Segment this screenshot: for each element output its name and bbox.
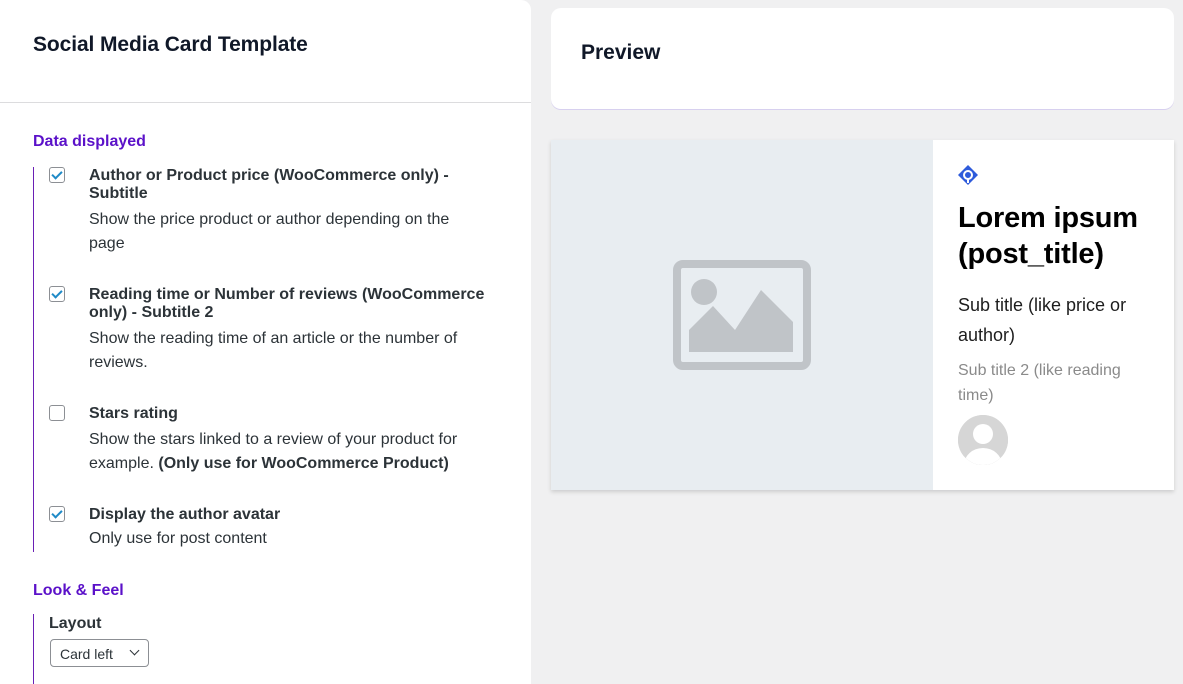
layout-select[interactable]: Card left — [50, 639, 149, 667]
checkbox-stars-rating[interactable] — [49, 405, 65, 421]
option-subtitle-2: Reading time or Number of reviews (WooCo… — [49, 286, 489, 375]
option-subtitle: Author or Product price (WooCommerce onl… — [49, 167, 489, 256]
option-desc-line: Show the price product or author dependi… — [89, 211, 450, 228]
option-author-avatar: Display the author avatar Only use for p… — [49, 506, 489, 551]
user-avatar-icon — [958, 415, 1008, 465]
option-desc-text: example. — [89, 455, 159, 472]
card-content: Lorem ipsum (post_title) Sub title (like… — [933, 140, 1174, 490]
option-description: Show the reading time of an article or t… — [89, 327, 489, 375]
checkbox-subtitle-2[interactable] — [49, 286, 65, 302]
page-title: Social Media Card Template — [33, 33, 308, 56]
option-title: Stars rating — [89, 405, 489, 423]
card-title-line: Lorem ipsum — [958, 202, 1138, 234]
option-title-line: Reading time or Number of reviews (WooCo… — [89, 286, 485, 303]
option-description: Show the stars linked to a review of you… — [89, 428, 489, 476]
option-title-line: Stars rating — [89, 405, 178, 422]
layout-label: Layout — [49, 615, 102, 632]
option-desc-line: reviews. — [89, 354, 148, 371]
site-logo-icon — [958, 165, 978, 185]
option-desc-line: Only use for post content — [89, 530, 267, 547]
check-icon — [51, 168, 63, 180]
option-title-line: Display the author avatar — [89, 506, 281, 523]
section-divider-line — [33, 167, 34, 552]
section-heading-data-displayed: Data displayed — [33, 133, 146, 150]
layout-select-value: Card left — [60, 646, 113, 662]
option-title: Author or Product price (WooCommerce onl… — [89, 167, 489, 203]
card-title: Lorem ipsum (post_title) — [958, 200, 1174, 272]
option-desc-line: example. (Only use for WooCommerce Produ… — [89, 452, 489, 476]
option-stars-rating: Stars rating Show the stars linked to a … — [49, 405, 489, 476]
check-icon — [51, 287, 63, 299]
option-desc-line: Show the stars linked to a review of you… — [89, 431, 458, 448]
section-heading-look-feel: Look & Feel — [33, 582, 124, 599]
check-icon — [51, 507, 63, 519]
option-description: Only use for post content — [89, 527, 489, 551]
card-title-line: (post_title) — [958, 238, 1104, 270]
social-card-preview: Lorem ipsum (post_title) Sub title (like… — [551, 140, 1174, 490]
preview-title: Preview — [581, 41, 661, 64]
card-image-area — [551, 140, 933, 490]
checkbox-author-avatar[interactable] — [49, 506, 65, 522]
option-title: Reading time or Number of reviews (WooCo… — [89, 286, 489, 322]
chevron-down-icon — [129, 645, 140, 656]
option-desc-bold: (Only use for WooCommerce Product) — [158, 455, 449, 472]
settings-panel: Social Media Card Template Data displaye… — [0, 0, 531, 684]
option-desc-line: page — [89, 235, 125, 252]
settings-header: Social Media Card Template — [0, 0, 531, 103]
image-placeholder-icon — [673, 260, 811, 370]
card-subtitle-2: Sub title 2 (like reading time) — [958, 362, 1121, 404]
option-description: Show the price product or author dependi… — [89, 208, 489, 256]
checkbox-subtitle[interactable] — [49, 167, 65, 183]
preview-header: Preview — [551, 8, 1174, 109]
card-subtitle: Sub title (like price or author) — [958, 295, 1127, 345]
section-divider-line — [33, 614, 34, 684]
option-title-line: only) - Subtitle 2 — [89, 304, 214, 321]
option-desc-line: Show the reading time of an article or t… — [89, 330, 458, 347]
option-title: Display the author avatar — [89, 506, 489, 524]
option-title-line: Subtitle — [89, 185, 148, 202]
option-title-line: Author or Product price (WooCommerce onl… — [89, 167, 449, 184]
